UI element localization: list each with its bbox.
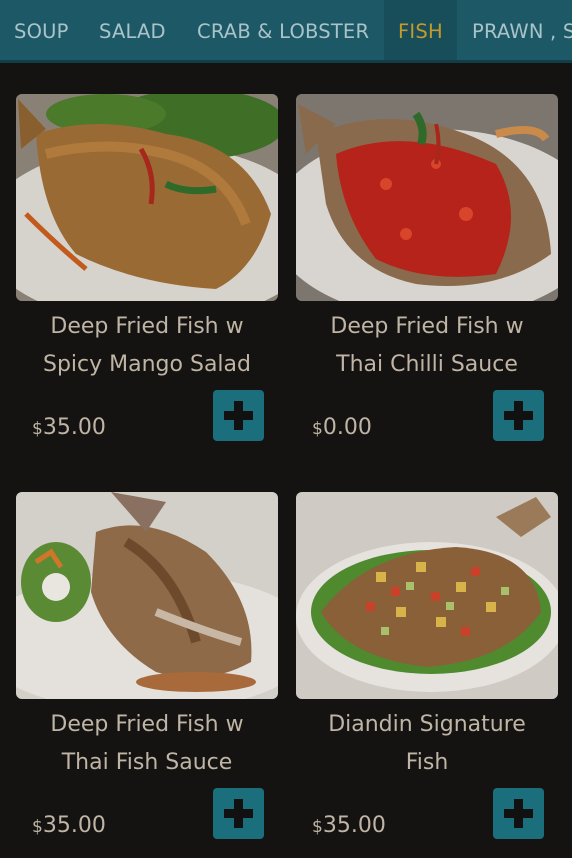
price-amount: 35.00: [42, 415, 106, 440]
dish-name: Deep Fried Fish w Spicy Mango Salad: [16, 308, 278, 384]
dish-name-line2: Thai Fish Sauce: [61, 750, 233, 775]
price-amount: 35.00: [42, 813, 106, 838]
dish-price: $35.00: [32, 414, 106, 443]
dish-name-line1: Deep Fried Fish w: [50, 314, 244, 339]
dish-name: Deep Fried Fish w Thai Fish Sauce: [16, 706, 278, 782]
tab-salad[interactable]: SALAD: [99, 0, 166, 60]
menu-item-card: Deep Fried Fish w Thai Fish Sauce $35.00: [16, 492, 278, 852]
dish-price: $35.00: [32, 812, 106, 841]
currency-symbol: $: [32, 419, 43, 439]
dish-name: Diandin Signature Fish: [296, 706, 558, 782]
add-to-cart-button[interactable]: [493, 390, 544, 441]
category-tab-bar: SOUP SALAD CRAB & LOBSTER FISH PRAWN , S: [0, 0, 572, 63]
dish-name-line1: Deep Fried Fish w: [330, 314, 524, 339]
price-amount: 0.00: [322, 415, 372, 440]
currency-symbol: $: [32, 817, 43, 837]
tab-fish[interactable]: FISH: [384, 0, 457, 60]
dish-price: $0.00: [312, 414, 372, 443]
price-amount: 35.00: [322, 813, 386, 838]
tab-crab-lobster[interactable]: CRAB & LOBSTER: [197, 0, 369, 60]
dish-name-line1: Diandin Signature: [328, 712, 526, 737]
dish-name-line2: Fish: [405, 750, 449, 775]
dish-photo[interactable]: [296, 94, 558, 301]
dish-name: Deep Fried Fish w Thai Chilli Sauce: [296, 308, 558, 384]
tab-soup[interactable]: SOUP: [14, 0, 69, 60]
add-to-cart-button[interactable]: [493, 788, 544, 839]
dish-photo[interactable]: [16, 492, 278, 699]
dish-price: $35.00: [312, 812, 386, 841]
add-to-cart-button[interactable]: [213, 390, 264, 441]
dish-name-line1: Deep Fried Fish w: [50, 712, 244, 737]
dish-photo[interactable]: [16, 94, 278, 301]
add-to-cart-button[interactable]: [213, 788, 264, 839]
currency-symbol: $: [312, 817, 323, 837]
dish-name-line2: Spicy Mango Salad: [43, 352, 251, 377]
menu-item-card: Deep Fried Fish w Spicy Mango Salad $35.…: [16, 94, 278, 454]
dish-photo[interactable]: [296, 492, 558, 699]
menu-item-card: Diandin Signature Fish $35.00: [296, 492, 558, 852]
dish-name-line2: Thai Chilli Sauce: [336, 352, 518, 377]
currency-symbol: $: [312, 419, 323, 439]
tab-prawn[interactable]: PRAWN , S: [472, 0, 572, 60]
menu-item-card: Deep Fried Fish w Thai Chilli Sauce $0.0…: [296, 94, 558, 454]
